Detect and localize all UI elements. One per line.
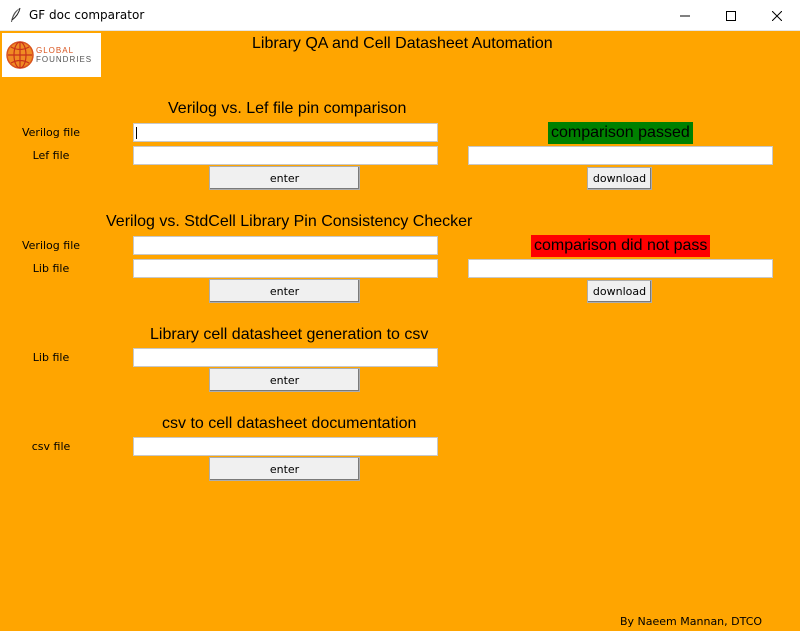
close-button[interactable] [754, 0, 800, 31]
minimize-button[interactable] [662, 0, 708, 31]
author-credit: By Naeem Mannan, DTCO [620, 615, 763, 628]
section-heading-csv-doc: csv to cell datasheet documentation [162, 415, 417, 432]
enter-button-1[interactable]: enter [209, 166, 360, 190]
app-title: Library QA and Cell Datasheet Automation [252, 35, 553, 52]
lib-file-label-2: Lib file [32, 351, 70, 364]
window-titlebar: GF doc comparator [0, 0, 800, 31]
text-cursor [136, 127, 137, 139]
section-heading-datasheet-csv: Library cell datasheet generation to csv [150, 326, 429, 343]
logo-text-line2: FOUNDRIES [36, 55, 93, 64]
enter-button-4[interactable]: enter [209, 457, 360, 481]
result-path-input-1[interactable] [468, 146, 773, 165]
globalfoundries-logo: GLOBAL FOUNDRIES [2, 33, 101, 77]
window-title: GF doc comparator [29, 8, 145, 22]
enter-button-2[interactable]: enter [209, 279, 360, 303]
enter-button-3[interactable]: enter [209, 368, 360, 392]
lef-file-input[interactable] [133, 146, 438, 165]
download-button-2[interactable]: download [587, 280, 652, 303]
section-heading-verilog-lef: Verilog vs. Lef file pin comparison [168, 100, 407, 117]
csv-file-input[interactable] [133, 437, 438, 456]
lef-file-label: Lef file [32, 149, 70, 162]
main-panel: GLOBAL FOUNDRIES Library QA and Cell Dat… [0, 31, 800, 631]
download-button-1[interactable]: download [587, 167, 652, 190]
verilog-file-input-2[interactable] [133, 236, 438, 255]
globe-logo-icon [6, 41, 34, 69]
feather-icon [11, 7, 21, 22]
minimize-icon [680, 15, 690, 16]
verilog-file-label-2: Verilog file [21, 239, 81, 252]
close-icon [772, 10, 782, 21]
section-heading-verilog-lib: Verilog vs. StdCell Library Pin Consiste… [106, 213, 473, 230]
logo-text-line1: GLOBAL [36, 46, 75, 55]
lib-file-input-2[interactable] [133, 348, 438, 367]
verilog-file-input-1[interactable] [133, 123, 438, 142]
lib-file-label: Lib file [32, 262, 70, 275]
verilog-file-label: Verilog file [21, 126, 81, 139]
maximize-button[interactable] [708, 0, 754, 31]
lib-file-input-1[interactable] [133, 259, 438, 278]
csv-file-label: csv file [31, 440, 71, 453]
result-path-input-2[interactable] [468, 259, 773, 278]
status-failed-badge: comparison did not pass [531, 235, 711, 257]
status-passed-badge: comparison passed [548, 122, 693, 144]
maximize-icon [726, 10, 736, 21]
